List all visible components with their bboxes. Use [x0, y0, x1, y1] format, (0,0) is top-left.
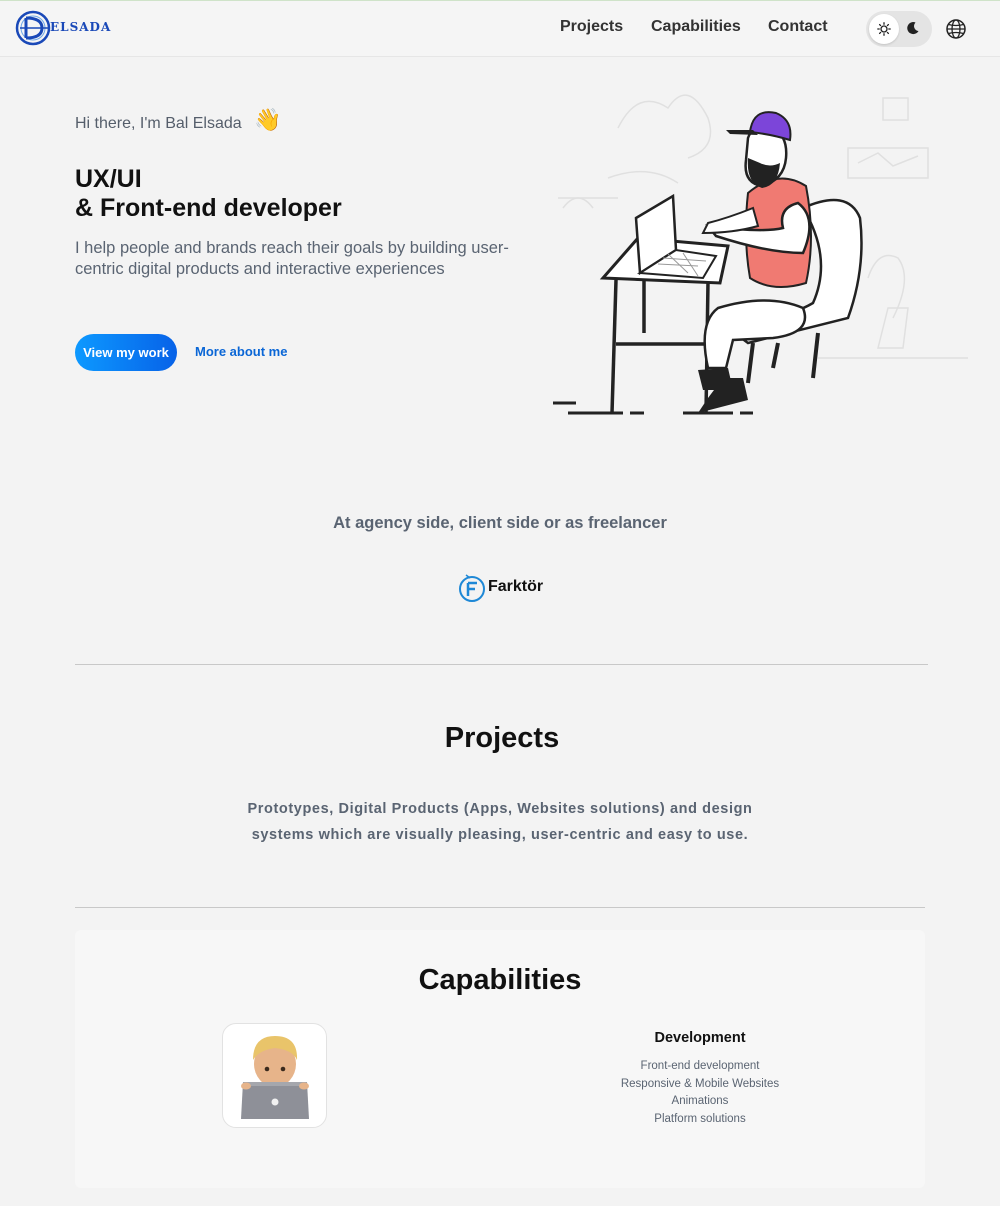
- hero-subtitle: I help people and brands reach their goa…: [75, 239, 509, 278]
- logo-text: ELSADA: [50, 20, 112, 34]
- projects-description-line1: Prototypes, Digital Products (Apps, Webs…: [247, 801, 753, 817]
- capability-list-item: Platform solutions: [654, 1112, 746, 1125]
- globe-icon[interactable]: [945, 18, 967, 45]
- client-name: Farktör: [488, 578, 544, 595]
- technologist-emoji-icon: [241, 1036, 309, 1119]
- hero-title-line1: UX/UI: [75, 165, 142, 193]
- more-about-me-link[interactable]: More about me: [195, 344, 287, 359]
- site-header: ELSADA Projects Capabilities Contact: [0, 1, 1000, 57]
- section-divider: [75, 907, 925, 908]
- logo-emblem-icon: [15, 10, 51, 46]
- nav-projects[interactable]: Projects: [560, 18, 623, 36]
- hero-greeting: Hi there, I'm Bal Elsada: [75, 115, 242, 132]
- theme-toggle[interactable]: [866, 11, 932, 47]
- farktor-logo-icon: [459, 574, 485, 602]
- site-logo[interactable]: ELSADA: [14, 8, 130, 48]
- capability-heading: Development: [654, 1030, 746, 1046]
- capabilities-title: Capabilities: [418, 964, 582, 996]
- view-my-work-button[interactable]: View my work: [75, 334, 177, 371]
- capability-list-item: Responsive & Mobile Websites: [620, 1077, 780, 1090]
- capability-icon-box: [222, 1023, 327, 1128]
- section-divider: [75, 664, 928, 665]
- client-logo-farktor: Farktör: [458, 572, 548, 604]
- nav-capabilities[interactable]: Capabilities: [651, 18, 741, 36]
- projects-description: Prototypes, Digital Products (Apps, Webs…: [200, 796, 800, 848]
- clients-title: At agency side, client side or as freela…: [333, 514, 667, 532]
- nav-contact[interactable]: Contact: [768, 18, 828, 36]
- capability-list: Front-end development Responsive & Mobil…: [600, 1058, 800, 1128]
- waving-hand-icon: 👋: [254, 107, 282, 132]
- projects-title: Projects: [444, 722, 560, 754]
- moon-icon[interactable]: [906, 21, 920, 35]
- theme-toggle-knob[interactable]: [869, 14, 899, 44]
- sun-icon: [877, 22, 891, 36]
- capability-list-item: Animations: [671, 1095, 729, 1107]
- capability-list-item: Front-end development: [640, 1060, 760, 1072]
- projects-description-line2: systems which are visually pleasing, use…: [251, 827, 749, 843]
- hero-title-line2: & Front-end developer: [75, 194, 342, 222]
- developer-at-desk-illustration: [553, 94, 968, 415]
